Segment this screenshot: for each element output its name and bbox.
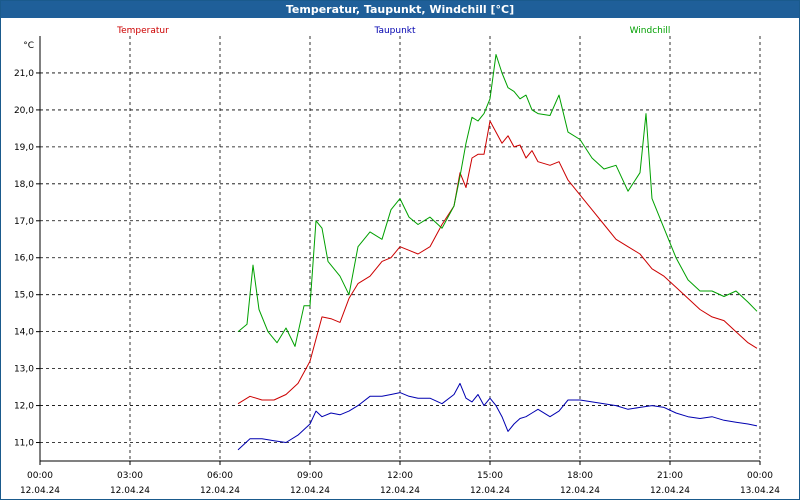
x-tick-date-label: 12.04.24 (470, 486, 510, 496)
axes: 11,0 12,0 13,0 14,0 15,0 16,0 17,0 18,0 19,0 20,0… (14, 36, 780, 496)
legend-entry-windchill: Windchill (630, 26, 671, 36)
x-tick-time-label: 00:00 (747, 471, 773, 481)
y-tick-label: 17,0 (14, 217, 34, 227)
x-tick-time-label: 06:00 (207, 471, 233, 481)
x-tick-date-label: 12.04.24 (650, 486, 690, 496)
series-line-taupunkt (237, 382, 758, 451)
y-axis-unit: °C (23, 41, 34, 51)
y-tick-label: 18,0 (14, 180, 34, 190)
x-tick-time-label: 00:00 (27, 471, 53, 481)
series-lines (237, 54, 758, 451)
y-tick-label: 13,0 (14, 365, 34, 375)
y-tick-label: 20,0 (14, 106, 34, 116)
x-tick-time-label: 09:00 (297, 471, 323, 481)
x-tick-time-label: 03:00 (117, 471, 143, 481)
grid (40, 36, 761, 461)
x-tick-date-label: 12.04.24 (110, 486, 150, 496)
x-tick-date-label: 12.04.24 (290, 486, 330, 496)
x-tick-time-label: 15:00 (477, 471, 503, 481)
x-tick-date-label: 12.04.24 (200, 486, 240, 496)
y-tick-label: 16,0 (14, 254, 34, 264)
x-tick-date-label: 12.04.24 (560, 486, 600, 496)
legend-entry-temperatur: Temperatur (116, 26, 169, 36)
series-line-temperatur (237, 120, 758, 405)
x-tick-date-label: 12.04.24 (20, 486, 60, 496)
y-tick-label: 14,0 (14, 328, 34, 338)
y-tick-label: 19,0 (14, 143, 34, 153)
x-tick-date-label: 12.04.24 (380, 486, 420, 496)
y-tick-label: 12,0 (14, 402, 34, 412)
series-line-windchill (237, 54, 758, 347)
x-tick-date-label: 13.04.24 (740, 486, 780, 496)
x-tick-time-label: 21:00 (657, 471, 683, 481)
y-tick-label: 21,0 (14, 69, 34, 79)
chart-canvas: 11,0 12,0 13,0 14,0 15,0 16,0 17,0 18,0 19,0 20,0… (14, 26, 780, 496)
x-tick-time-label: 18:00 (567, 471, 593, 481)
y-tick-label: 11,0 (14, 439, 34, 449)
x-tick-time-label: 12:00 (387, 471, 413, 481)
legend-entry-taupunkt: Taupunkt (373, 26, 416, 36)
y-tick-label: 15,0 (14, 291, 34, 301)
legend: Temperatur Taupunkt Windchill (116, 26, 670, 36)
